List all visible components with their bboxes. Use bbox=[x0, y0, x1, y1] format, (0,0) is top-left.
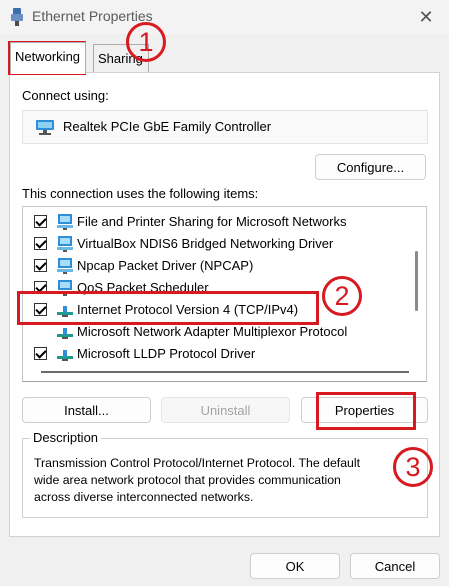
client-service-icon bbox=[57, 258, 73, 274]
description-title: Description bbox=[30, 430, 102, 445]
annotation-box-ipv4-item bbox=[17, 291, 319, 325]
vertical-scrollbar[interactable] bbox=[415, 251, 418, 311]
item-label: File and Printer Sharing for Microsoft N… bbox=[77, 214, 347, 229]
ethernet-adapter-icon bbox=[11, 8, 23, 26]
protocol-icon bbox=[57, 350, 73, 361]
install-button[interactable]: Install... bbox=[22, 397, 151, 423]
item-checkbox[interactable] bbox=[34, 347, 47, 360]
network-adapter-icon bbox=[36, 120, 54, 135]
item-label: Microsoft LLDP Protocol Driver bbox=[77, 346, 256, 361]
list-item[interactable]: VirtualBox NDIS6 Bridged Networking Driv… bbox=[23, 233, 413, 255]
item-label: Npcap Packet Driver (NPCAP) bbox=[77, 258, 254, 273]
client-service-icon bbox=[57, 214, 73, 230]
annotation-marker-3: 3 bbox=[393, 447, 433, 487]
item-checkbox[interactable] bbox=[34, 215, 47, 228]
adapter-name: Realtek PCIe GbE Family Controller bbox=[63, 119, 272, 134]
cancel-button[interactable]: Cancel bbox=[350, 553, 440, 579]
annotation-marker-2: 2 bbox=[322, 276, 362, 316]
client-service-icon bbox=[57, 236, 73, 252]
item-label: VirtualBox NDIS6 Bridged Networking Driv… bbox=[77, 236, 334, 251]
description-text: Transmission Control Protocol/Internet P… bbox=[34, 456, 361, 504]
annotation-box-properties-button bbox=[316, 392, 416, 430]
items-label: This connection uses the following items… bbox=[22, 186, 259, 201]
uninstall-button[interactable]: Uninstall bbox=[161, 397, 290, 423]
window-title: Ethernet Properties bbox=[32, 8, 153, 24]
connect-using-label: Connect using: bbox=[22, 88, 109, 103]
item-label: Microsoft Network Adapter Multiplexor Pr… bbox=[77, 324, 348, 339]
title-bar: Ethernet Properties ✕ bbox=[0, 0, 449, 34]
horizontal-scrollbar[interactable] bbox=[41, 371, 409, 373]
tab-networking[interactable]: Networking bbox=[10, 42, 86, 74]
close-icon: ✕ bbox=[418, 6, 434, 27]
list-item[interactable]: Npcap Packet Driver (NPCAP) bbox=[23, 255, 413, 277]
configure-button[interactable]: Configure... bbox=[315, 154, 426, 180]
item-checkbox[interactable] bbox=[34, 237, 47, 250]
item-checkbox[interactable] bbox=[34, 259, 47, 272]
ok-button[interactable]: OK bbox=[250, 553, 340, 579]
close-button[interactable]: ✕ bbox=[403, 0, 449, 34]
annotation-marker-1: 1 bbox=[126, 22, 166, 62]
list-item[interactable]: Microsoft LLDP Protocol Driver bbox=[23, 343, 413, 365]
adapter-box: Realtek PCIe GbE Family Controller bbox=[22, 110, 428, 144]
list-item[interactable]: File and Printer Sharing for Microsoft N… bbox=[23, 211, 413, 233]
protocol-icon bbox=[57, 328, 73, 339]
